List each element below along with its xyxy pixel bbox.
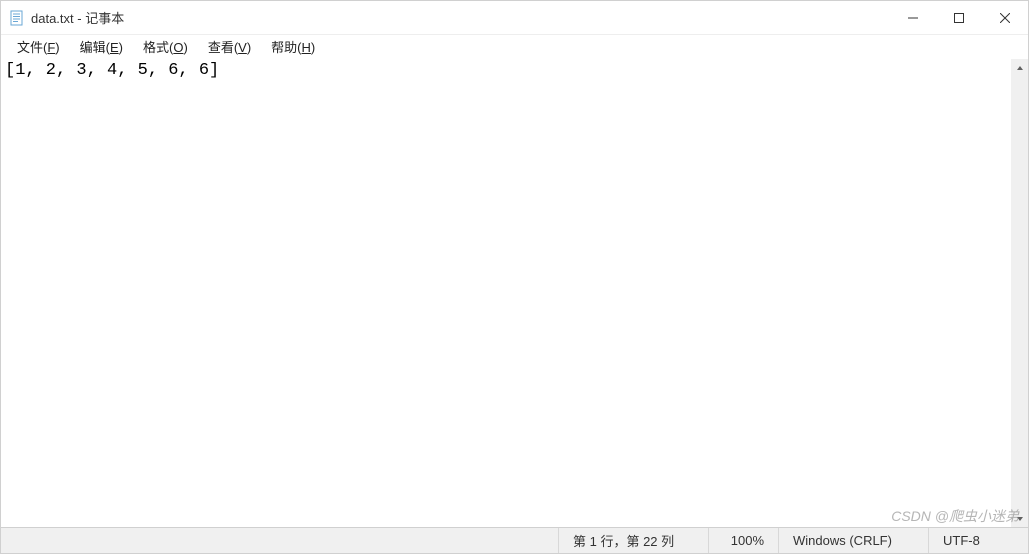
menu-help[interactable]: 帮助(H) <box>261 35 325 58</box>
scroll-down-arrow-icon[interactable] <box>1011 510 1028 527</box>
status-encoding: UTF-8 <box>928 528 1028 553</box>
status-zoom: 100% <box>708 528 778 553</box>
menu-view[interactable]: 查看(V) <box>198 35 261 58</box>
window-controls <box>890 1 1028 34</box>
menubar: 文件(F) 编辑(E) 格式(O) 查看(V) 帮助(H) <box>1 35 1028 59</box>
menu-format[interactable]: 格式(O) <box>133 35 198 58</box>
text-editor[interactable]: [1, 2, 3, 4, 5, 6, 6] <box>1 59 1011 527</box>
window-title: data.txt - 记事本 <box>31 8 890 27</box>
minimize-button[interactable] <box>890 1 936 34</box>
close-button[interactable] <box>982 1 1028 34</box>
scroll-track[interactable] <box>1011 76 1028 510</box>
scroll-up-arrow-icon[interactable] <box>1011 59 1028 76</box>
notepad-icon <box>9 10 25 26</box>
statusbar: 第 1 行，第 22 列 100% Windows (CRLF) UTF-8 <box>1 527 1028 553</box>
menu-file[interactable]: 文件(F) <box>7 35 70 58</box>
titlebar: data.txt - 记事本 <box>1 1 1028 35</box>
vertical-scrollbar[interactable] <box>1011 59 1028 527</box>
content-wrapper: [1, 2, 3, 4, 5, 6, 6] <box>1 59 1028 527</box>
status-position: 第 1 行，第 22 列 <box>558 528 708 553</box>
maximize-button[interactable] <box>936 1 982 34</box>
status-line-ending: Windows (CRLF) <box>778 528 928 553</box>
menu-edit[interactable]: 编辑(E) <box>70 35 133 58</box>
